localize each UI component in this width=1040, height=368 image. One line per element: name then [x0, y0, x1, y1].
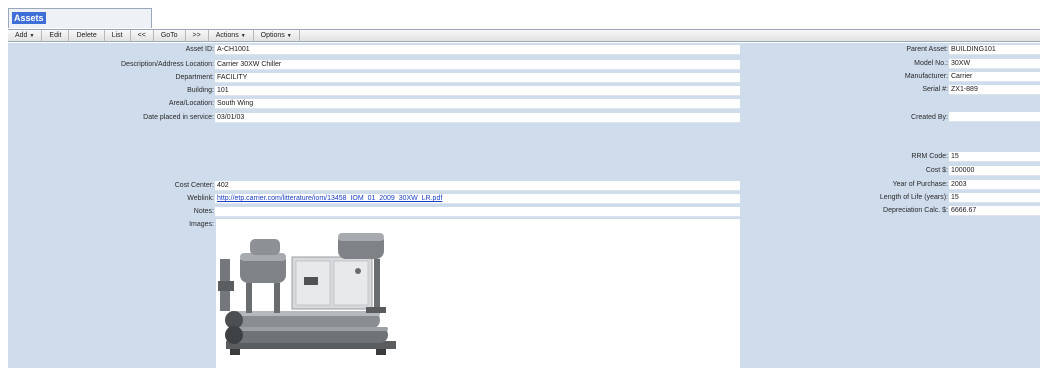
asset-form: Asset ID: A-CH1001 Description/Address L…	[8, 43, 1040, 368]
previous-button[interactable]: <<	[131, 29, 154, 42]
assets-tab[interactable]: Assets	[8, 8, 152, 28]
delete-button[interactable]: Delete	[69, 29, 105, 42]
serial-field[interactable]: ZX1-889	[949, 85, 1040, 95]
images-panel	[216, 219, 740, 368]
chevron-down-icon: ▼	[240, 32, 246, 39]
next-button[interactable]: >>	[186, 29, 209, 42]
chiller-photo[interactable]	[216, 219, 428, 368]
parent-asset-label: Parent Asset:	[906, 46, 948, 53]
area-location-label: Area/Location:	[168, 100, 214, 107]
options-menu-button[interactable]: Options ▼	[254, 29, 300, 42]
department-field[interactable]: FACILITY	[215, 73, 740, 83]
depreciation-field[interactable]: 6666.67	[949, 206, 1040, 216]
model-no-label: Model No.:	[914, 60, 948, 67]
year-of-purchase-label: Year of Purchase:	[892, 181, 948, 188]
department-label: Department:	[175, 74, 214, 81]
manufacturer-label: Manufacturer:	[904, 73, 948, 80]
manufacturer-field[interactable]: Carrier	[949, 72, 1040, 82]
length-of-life-field[interactable]: 15	[949, 193, 1040, 203]
images-label: Images:	[189, 221, 214, 228]
description-label: Description/Address Location:	[121, 61, 214, 68]
building-field[interactable]: 101	[215, 86, 740, 96]
description-field[interactable]: Carrier 30XW Chiller	[215, 60, 740, 70]
model-no-field[interactable]: 30XW	[949, 59, 1040, 69]
cost-label: Cost $:	[925, 167, 948, 174]
asset-id-label: Asset ID:	[185, 46, 214, 53]
chevron-down-icon: ▼	[29, 32, 35, 39]
created-by-label: Created By:	[911, 114, 948, 121]
parent-asset-field[interactable]: BUILDING101	[949, 45, 1040, 55]
depreciation-label: Depreciation Calc. $:	[883, 207, 948, 214]
length-of-life-label: Length of Life (years):	[879, 194, 948, 201]
weblink-link[interactable]: http://etp.carrier.com/litterature/iom/1…	[215, 194, 740, 204]
notes-field[interactable]	[215, 207, 740, 217]
building-label: Building:	[187, 87, 214, 94]
window-title: Assets	[12, 12, 46, 24]
serial-label: Serial #:	[922, 86, 948, 93]
area-location-field[interactable]: South Wing	[215, 99, 740, 109]
add-menu-button[interactable]: Add ▼	[8, 29, 43, 42]
rrm-code-label: RRM Code:	[911, 153, 948, 160]
actions-label: Actions	[215, 31, 239, 39]
date-placed-field[interactable]: 03/01/03	[215, 113, 740, 123]
actions-menu-button[interactable]: Actions ▼	[209, 29, 254, 42]
cost-field[interactable]: 100000	[949, 166, 1040, 176]
edit-button[interactable]: Edit	[42, 29, 70, 42]
year-of-purchase-field[interactable]: 2003	[949, 180, 1040, 190]
cost-center-field[interactable]: 402	[215, 181, 740, 191]
chevron-down-icon: ▼	[286, 32, 292, 39]
notes-label: Notes:	[193, 208, 214, 215]
rrm-code-field[interactable]: 15	[949, 152, 1040, 162]
add-label: Add	[15, 31, 28, 39]
options-label: Options	[260, 31, 285, 39]
cost-center-label: Cost Center:	[174, 182, 214, 189]
list-button[interactable]: List	[105, 29, 131, 42]
asset-id-field[interactable]: A-CH1001	[215, 45, 740, 55]
goto-button[interactable]: GoTo	[154, 29, 186, 42]
toolbar: Add ▼ Edit Delete List << GoTo >> Actions…	[8, 29, 1040, 42]
date-placed-label: Date placed in service:	[143, 114, 214, 121]
weblink-label: Weblink:	[187, 195, 214, 202]
created-by-field[interactable]	[949, 112, 1040, 122]
